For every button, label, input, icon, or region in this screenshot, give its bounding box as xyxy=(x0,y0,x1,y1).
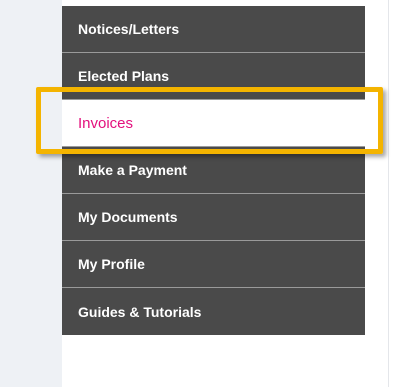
menu-item-label: Notices/Letters xyxy=(78,21,180,37)
left-gutter xyxy=(0,0,62,387)
content-divider xyxy=(388,0,389,387)
menu-item-guides-tutorials[interactable]: Guides & Tutorials xyxy=(62,288,365,335)
sidebar-menu: Notices/Letters Elected Plans Invoices M… xyxy=(62,6,365,335)
menu-item-my-documents[interactable]: My Documents xyxy=(62,194,365,241)
menu-item-my-profile[interactable]: My Profile xyxy=(62,241,365,288)
menu-item-label: Make a Payment xyxy=(78,162,187,178)
menu-item-make-a-payment[interactable]: Make a Payment xyxy=(62,147,365,194)
menu-item-label: My Profile xyxy=(78,256,145,272)
menu-item-label: My Documents xyxy=(78,209,178,225)
menu-item-notices-letters[interactable]: Notices/Letters xyxy=(62,6,365,53)
menu-item-invoices[interactable]: Invoices xyxy=(62,100,365,147)
menu-item-label: Invoices xyxy=(78,114,134,132)
menu-item-elected-plans[interactable]: Elected Plans xyxy=(62,53,365,100)
menu-item-label: Elected Plans xyxy=(78,68,170,84)
menu-item-label: Guides & Tutorials xyxy=(78,303,202,320)
